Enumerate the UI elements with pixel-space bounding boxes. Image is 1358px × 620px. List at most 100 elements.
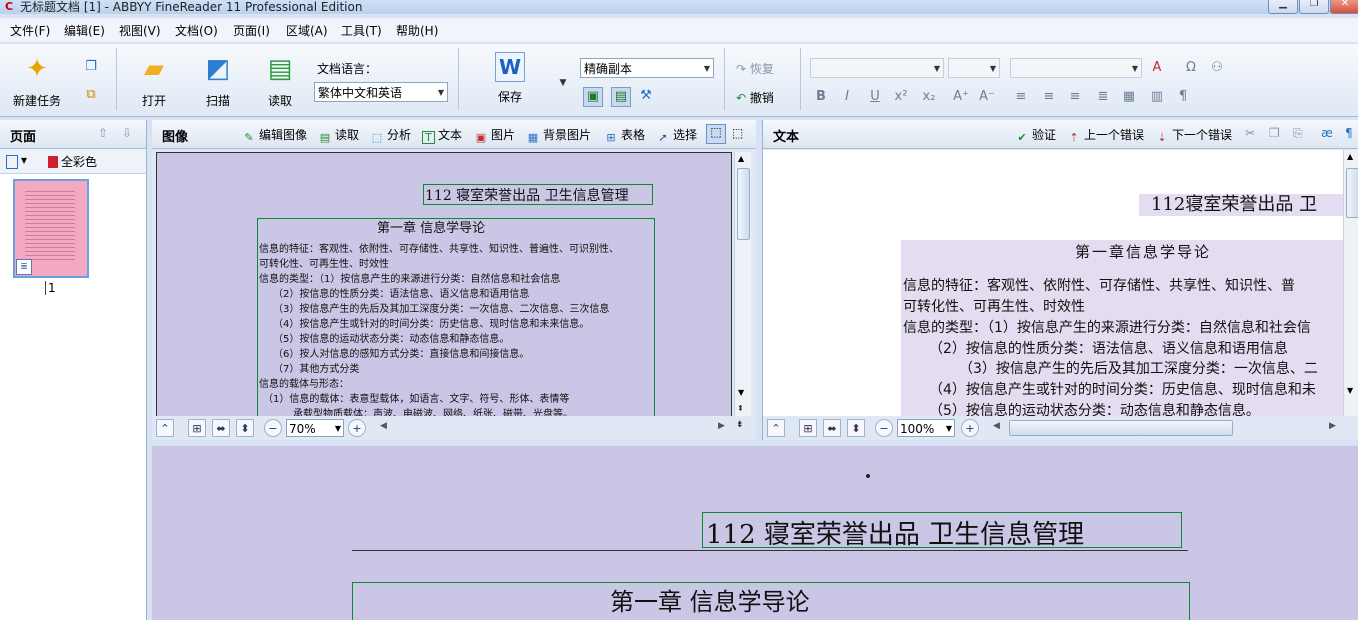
image-vertical-scrollbar[interactable]: ▲ ▼ ⇞	[734, 152, 751, 418]
align-right-icon[interactable]: ≡	[1066, 88, 1084, 106]
fit-page-icon[interactable]: ⊞	[188, 419, 206, 437]
justify-icon[interactable]: ≣	[1094, 88, 1112, 106]
increase-font-icon[interactable]: A⁺	[952, 88, 970, 106]
scrollbar-thumb[interactable]	[1346, 168, 1358, 218]
scroll-right-icon[interactable]: ▶	[718, 421, 725, 431]
menu-tools[interactable]: 工具(T)	[341, 22, 382, 39]
maximize-button[interactable]: ❐	[1299, 0, 1329, 14]
previous-error-button[interactable]: ⇡ 上一个错误	[1067, 126, 1144, 145]
text-area-button[interactable]: T 文本	[422, 126, 462, 144]
paste-icon[interactable]: ⎘	[1293, 126, 1303, 141]
next-error-button[interactable]: ⇣ 下一个错误	[1155, 126, 1232, 145]
fit-height-icon[interactable]: ⬍	[236, 419, 254, 437]
spell-icon[interactable]: ⚇	[1208, 59, 1226, 77]
move-page-down-icon[interactable]: ⇩	[122, 126, 132, 140]
page-down-icon[interactable]: ⇟	[736, 420, 744, 430]
paragraph-format-icon[interactable]: ¶	[1174, 88, 1192, 106]
insert-symbol-icon[interactable]: æ	[1321, 126, 1333, 140]
omega-symbol-icon[interactable]: Ω	[1182, 59, 1200, 77]
menu-view[interactable]: 视图(V)	[119, 22, 161, 39]
open-button[interactable]: ▰ 打开	[134, 52, 174, 109]
scroll-right-icon[interactable]: ▶	[1329, 421, 1336, 431]
align-left-icon[interactable]: ≡	[1012, 88, 1030, 106]
image-layout-icon[interactable]: ▣	[583, 87, 603, 107]
select-button[interactable]: ➚ 选择	[656, 126, 697, 145]
table-format-icon[interactable]: ▥	[1148, 88, 1166, 106]
color-mode-button[interactable]: 全彩色	[48, 153, 97, 170]
align-center-icon[interactable]: ≡	[1040, 88, 1058, 106]
table-area-button[interactable]: ⊞ 表格	[604, 126, 645, 145]
fit-page-icon[interactable]: ⊞	[799, 419, 817, 437]
zoom-in-icon[interactable]: +	[961, 419, 979, 437]
picture-area-button[interactable]: ▣ 图片	[474, 126, 515, 145]
zoom-out-icon[interactable]: −	[264, 419, 282, 437]
menu-page[interactable]: 页面(I)	[233, 22, 270, 39]
text-vertical-scrollbar[interactable]: ▲ ▼	[1343, 150, 1358, 416]
subscript-icon[interactable]: x₂	[920, 88, 938, 106]
zoom-in-icon[interactable]: +	[348, 419, 366, 437]
copy-icon[interactable]: ❐	[1269, 126, 1280, 140]
background-picture-button[interactable]: ▦ 背景图片	[526, 126, 591, 145]
scrollbar-thumb[interactable]	[737, 168, 750, 240]
table-insert-icon[interactable]: ▦	[1120, 88, 1138, 106]
bold-icon[interactable]: B	[812, 88, 830, 106]
edit-image-button[interactable]: ✎ 编辑图像	[242, 126, 307, 145]
fit-height-icon[interactable]: ⬍	[847, 419, 865, 437]
fit-width-icon[interactable]: ⬌	[823, 419, 841, 437]
image-view[interactable]: 112 寝室荣誉出品 卫生信息管理 第一章 信息学导论 信息的特征：客观性、依附…	[156, 152, 732, 418]
save-options-chevron-icon[interactable]: ▼	[554, 74, 572, 92]
marquee-select-icon[interactable]: ⬚	[706, 124, 726, 144]
show-paragraph-marks-icon[interactable]: ¶	[1345, 126, 1353, 140]
region-resize-icon[interactable]: ⬚	[732, 126, 743, 140]
verify-button[interactable]: ✔ 验证	[1015, 126, 1056, 145]
underline-icon[interactable]: U	[866, 88, 884, 106]
copy-page-icon[interactable]: ❐	[82, 58, 100, 76]
horizontal-scrollbar-thumb[interactable]	[1009, 420, 1233, 436]
text-zoom-select[interactable]: 100% ▼	[897, 419, 955, 437]
collapse-panel-icon[interactable]: ⌃	[156, 419, 174, 437]
scroll-left-icon[interactable]: ◀	[993, 421, 1000, 431]
redo-button[interactable]: ↷ 恢复	[736, 60, 774, 77]
move-page-up-icon[interactable]: ⇧	[98, 126, 108, 140]
view-mode-button[interactable]: ▾	[6, 153, 27, 169]
analyze-button[interactable]: ⬚ 分析	[370, 126, 411, 145]
menu-help[interactable]: 帮助(H)	[396, 22, 438, 39]
scroll-down-icon[interactable]: ▼	[1347, 386, 1353, 395]
menu-edit[interactable]: 编辑(E)	[64, 22, 105, 39]
font-size-select[interactable]: ▼	[948, 58, 1000, 78]
image-read-button[interactable]: ▤ 读取	[318, 126, 359, 145]
italic-icon[interactable]: I	[838, 88, 856, 106]
paste-page-icon[interactable]: ⧉	[82, 86, 100, 104]
fit-width-icon[interactable]: ⬌	[212, 419, 230, 437]
superscript-icon[interactable]: x²	[892, 88, 910, 106]
save-button[interactable]: W 保存	[490, 52, 530, 105]
page-thumbnail[interactable]: ≣	[13, 179, 89, 278]
cut-icon[interactable]: ✂	[1245, 126, 1255, 140]
doc-language-select[interactable]: 繁体中文和英语 ▼	[314, 82, 448, 102]
scroll-down-icon[interactable]: ▼	[738, 388, 744, 397]
zoom-pane[interactable]: 112 寝室荣誉出品 卫生信息管理 第一章 信息学导论	[152, 446, 1358, 620]
read-button[interactable]: ▤ 读取	[260, 52, 300, 109]
font-color-icon[interactable]: A	[1148, 59, 1166, 77]
text-layout-icon[interactable]: ▤	[611, 87, 631, 107]
options-wrench-icon[interactable]: ⚒	[637, 87, 655, 105]
decrease-font-icon[interactable]: A⁻	[978, 88, 996, 106]
image-zoom-select[interactable]: 70% ▼	[286, 419, 344, 437]
collapse-panel-icon[interactable]: ⌃	[767, 419, 785, 437]
style-select[interactable]: ▼	[1010, 58, 1142, 78]
scroll-up-icon[interactable]: ▲	[738, 154, 744, 163]
scroll-up-icon[interactable]: ▲	[1347, 152, 1353, 161]
page-up-icon[interactable]: ⇞	[737, 404, 744, 413]
menu-document[interactable]: 文档(O)	[175, 22, 218, 39]
scroll-left-icon[interactable]: ◀	[380, 421, 387, 431]
new-task-button[interactable]: ✦ 新建任务	[10, 52, 64, 109]
save-mode-select[interactable]: 精确副本 ▼	[580, 58, 714, 78]
font-name-select[interactable]: ▼	[810, 58, 944, 78]
menu-area[interactable]: 区域(A)	[286, 22, 328, 39]
menu-file[interactable]: 文件(F)	[10, 22, 50, 39]
scan-button[interactable]: ◩ 扫描	[198, 52, 238, 109]
undo-button[interactable]: ↶ 撤销	[736, 89, 774, 106]
text-editor[interactable]: 112寝室荣誉出品 卫 第一章信息学导论 信息的特征：客观性、依附性、可存储性、…	[763, 150, 1343, 416]
minimize-button[interactable]: ▁	[1268, 0, 1298, 14]
close-button[interactable]: ✕	[1330, 0, 1358, 14]
